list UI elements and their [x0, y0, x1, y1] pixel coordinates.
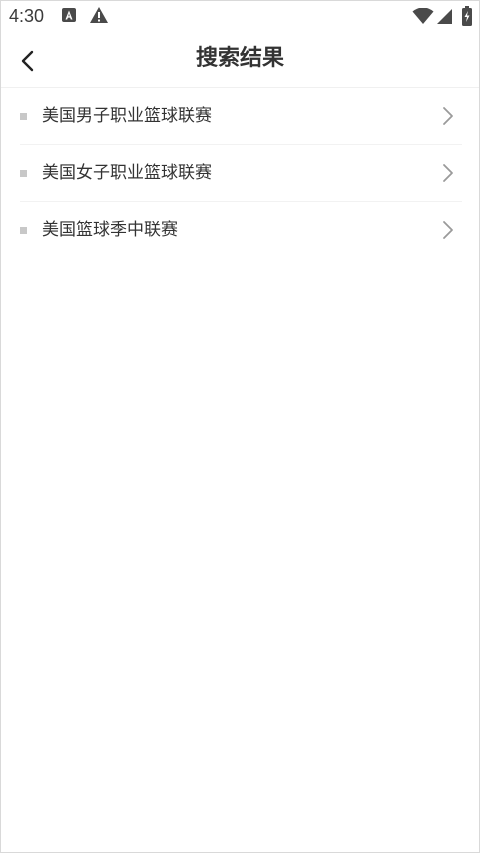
notification-a-icon [61, 7, 77, 27]
battery-charging-icon [462, 6, 472, 30]
status-bar: 4:30 [1, 1, 479, 33]
list-item-label: 美国篮球季中联赛 [42, 220, 178, 240]
list-item[interactable]: 美国男子职业篮球联赛 [20, 88, 462, 145]
status-time: 4:30 [9, 6, 45, 26]
header: 搜索结果 [1, 33, 479, 88]
chevron-right-icon [443, 221, 453, 239]
wifi-icon [412, 7, 434, 29]
search-result-list: 美国男子职业篮球联赛 美国女子职业篮球联赛 美国篮球季中联赛 [1, 88, 479, 258]
page-title: 搜索结果 [195, 46, 284, 71]
list-item-label: 美国男子职业篮球联赛 [42, 106, 212, 126]
app-screen: 4:30 搜索结果 美国男子职业篮球联赛 美国女子职业篮球联赛 美国篮球季中联赛 [0, 0, 480, 853]
chevron-right-icon [443, 164, 453, 182]
list-item[interactable]: 美国篮球季中联赛 [20, 202, 462, 258]
list-item-label: 美国女子职业篮球联赛 [42, 163, 212, 183]
signal-icon [436, 8, 453, 29]
list-item[interactable]: 美国女子职业篮球联赛 [20, 145, 462, 202]
chevron-right-icon [443, 107, 453, 125]
bullet-icon [20, 113, 27, 120]
warning-icon [89, 6, 109, 28]
bullet-icon [20, 227, 27, 234]
bullet-icon [20, 170, 27, 177]
